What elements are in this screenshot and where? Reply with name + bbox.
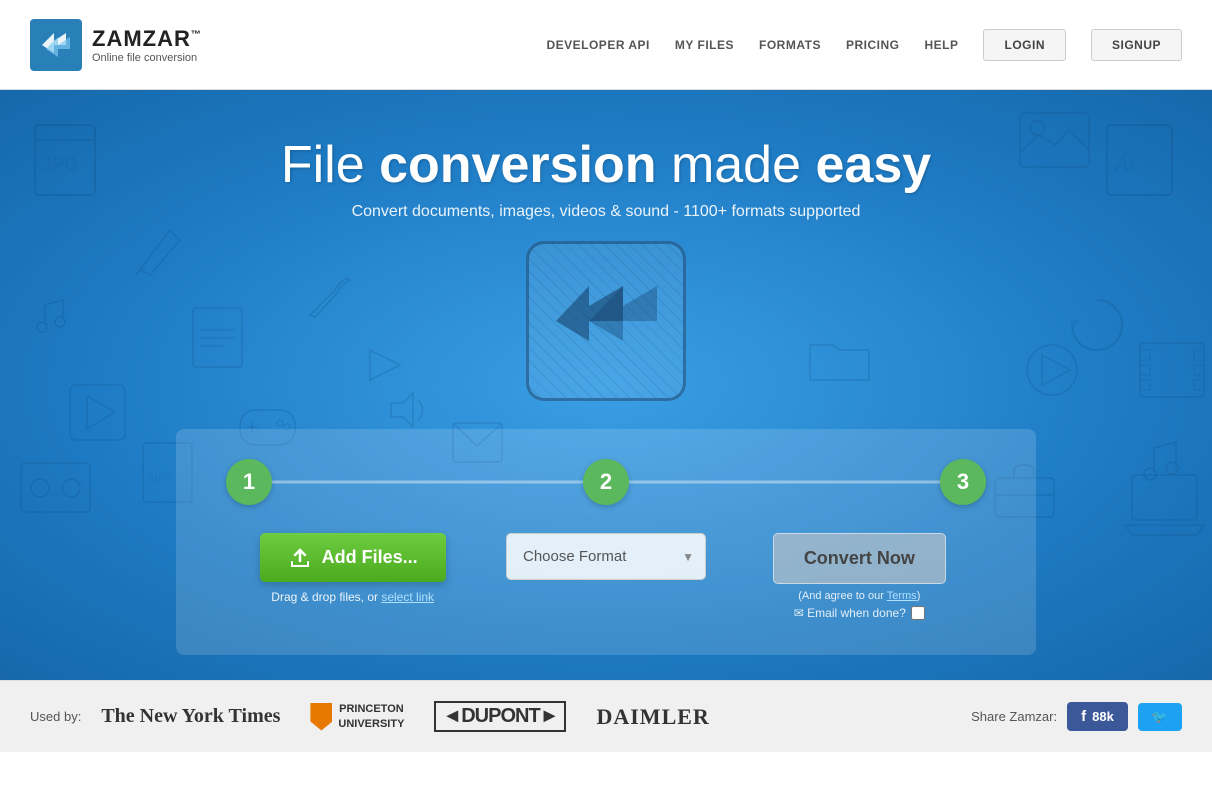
- play-sketch-icon: [65, 380, 130, 445]
- brand-princeton: PRINCETONUNIVERSITY: [310, 702, 404, 731]
- step-1-action: Add Files... Drag & drop files, or selec…: [226, 533, 479, 604]
- pencil-sketch-icon: [130, 220, 190, 280]
- step-3-action: Convert Now (And agree to our Terms) ✉ E…: [733, 533, 986, 620]
- zamzar-icon: [38, 27, 74, 63]
- music-note-icon-2: [1132, 430, 1187, 485]
- doc-sketch-icon: [190, 305, 245, 370]
- play-circle-icon: [1022, 340, 1082, 400]
- terms-text: (And agree to our Terms): [798, 590, 920, 602]
- email-when-done: ✉ Email when done?: [794, 606, 925, 620]
- upload-icon: [288, 548, 312, 568]
- login-button[interactable]: LOGIN: [983, 29, 1066, 61]
- used-by-label: Used by:: [30, 709, 81, 724]
- nav-links: DEVELOPER API MY FILES FORMATS PRICING H…: [546, 29, 1182, 61]
- footer: Used by: The New York Times PRINCETONUNI…: [0, 680, 1212, 752]
- hero-section: JPG MP3: [0, 90, 1212, 680]
- image-sketch-icon: [1017, 110, 1092, 170]
- nav-developer-api[interactable]: DEVELOPER API: [546, 38, 649, 52]
- add-files-button[interactable]: Add Files...: [260, 533, 446, 582]
- brand-nyt: The New York Times: [101, 705, 280, 728]
- nav-help[interactable]: HELP: [924, 38, 958, 52]
- step-3-dot: 3: [940, 459, 986, 505]
- share-area: Share Zamzar: f 88k 🐦: [971, 702, 1182, 731]
- center-logo: [526, 241, 686, 401]
- email-checkbox[interactable]: [911, 606, 925, 620]
- jpg-sketch-icon: JPG: [30, 120, 110, 200]
- steps-track: 1 2 3: [226, 459, 986, 505]
- steps-panel: 1 2 3 Add Files... Drag & drop files, or…: [176, 429, 1036, 655]
- logo-icon: [30, 19, 82, 71]
- steps-actions: Add Files... Drag & drop files, or selec…: [226, 533, 986, 620]
- twitter-share-button[interactable]: 🐦: [1138, 703, 1182, 731]
- hero-heading: File conversion made easy: [281, 135, 931, 195]
- brand-daimler: DAIMLER: [596, 704, 709, 730]
- add-files-label: Add Files...: [322, 547, 418, 568]
- cassette-sketch-icon: [18, 460, 93, 515]
- twitter-icon: 🐦: [1152, 709, 1168, 724]
- nav-my-files[interactable]: MY FILES: [675, 38, 734, 52]
- step-2-action: Choose Format MP3 MP4 PDF JPG PNG DOC DO…: [479, 533, 732, 580]
- format-select[interactable]: Choose Format MP3 MP4 PDF JPG PNG DOC DO…: [506, 533, 706, 580]
- logo-text: ZAMZAR™ Online file conversion: [92, 26, 202, 64]
- logo-area: ZAMZAR™ Online file conversion: [30, 19, 202, 71]
- princeton-shield-icon: [310, 703, 332, 731]
- audio-sketch-icon: [385, 385, 435, 435]
- ai-sketch-icon: Ai: [1102, 120, 1182, 200]
- svg-text:MP3: MP3: [148, 471, 173, 485]
- hero-subtitle: Convert documents, images, videos & soun…: [352, 203, 861, 221]
- signup-button[interactable]: SIGNUP: [1091, 29, 1182, 61]
- laptop-sketch-icon: [1122, 470, 1207, 540]
- facebook-count: 88k: [1092, 709, 1114, 724]
- step-1-dot: 1: [226, 459, 272, 505]
- share-label: Share Zamzar:: [971, 709, 1057, 724]
- arrow-sketch-icon: [360, 340, 420, 390]
- nav-formats[interactable]: FORMATS: [759, 38, 821, 52]
- facebook-icon: f: [1081, 708, 1086, 725]
- refresh-sketch-icon: [1062, 290, 1132, 360]
- svg-text:JPG: JPG: [42, 154, 78, 174]
- drag-drop-text: Drag & drop files, or select link: [271, 590, 434, 604]
- nav-pricing[interactable]: PRICING: [846, 38, 900, 52]
- facebook-share-button[interactable]: f 88k: [1067, 702, 1128, 731]
- select-link[interactable]: select link: [381, 590, 434, 604]
- film-sketch-icon: [1137, 340, 1207, 400]
- logo-tagline: Online file conversion: [92, 52, 202, 64]
- wrench-sketch-icon: [300, 270, 355, 325]
- logo-name: ZAMZAR™: [92, 26, 202, 52]
- brand-dupont: ◄DUPONT►: [434, 701, 566, 732]
- music-note-icon-1: [25, 290, 75, 340]
- format-wrapper: Choose Format MP3 MP4 PDF JPG PNG DOC DO…: [506, 533, 706, 580]
- convert-now-button[interactable]: Convert Now: [773, 533, 946, 584]
- center-logo-box: [526, 241, 686, 401]
- hero-title: File conversion made easy: [281, 135, 931, 195]
- folder-sketch-icon: [807, 330, 872, 385]
- header: ZAMZAR™ Online file conversion DEVELOPER…: [0, 0, 1212, 90]
- footer-logos: The New York Times PRINCETONUNIVERSITY ◄…: [101, 701, 971, 732]
- step-2-dot: 2: [583, 459, 629, 505]
- svg-text:Ai: Ai: [1112, 152, 1135, 177]
- terms-link[interactable]: Terms: [887, 590, 917, 602]
